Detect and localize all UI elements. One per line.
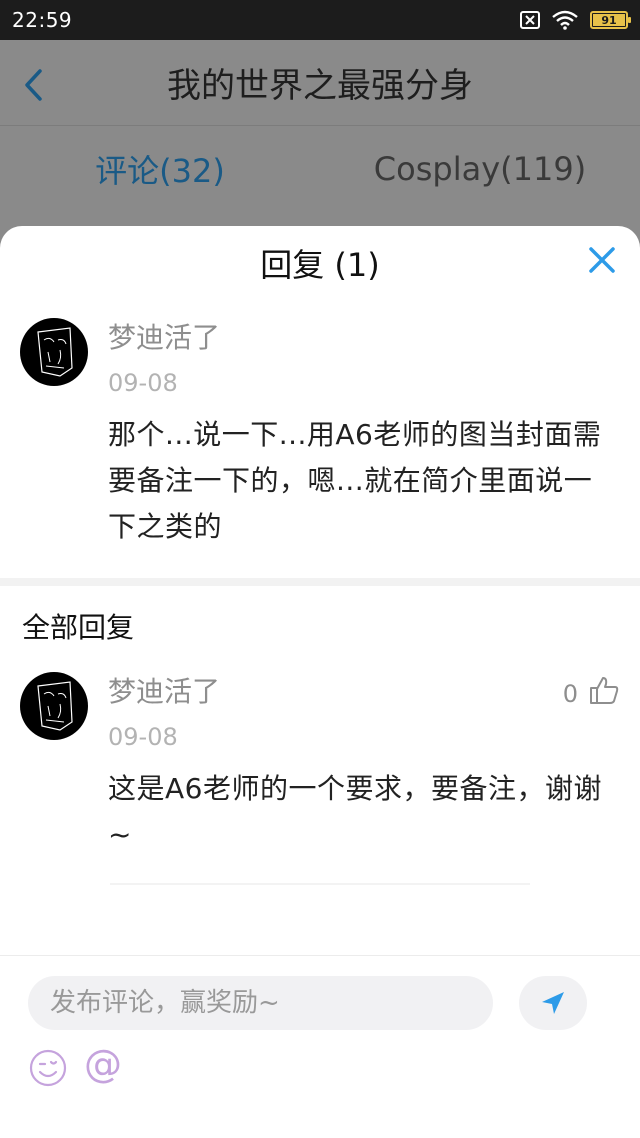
emoji-icon[interactable] (28, 1048, 68, 1088)
comment-author[interactable]: 梦迪活了 (108, 318, 616, 358)
wifi-icon (552, 10, 578, 30)
reply-author[interactable]: 梦迪活了 (108, 672, 616, 712)
avatar-sketch-icon (37, 681, 73, 731)
mention-button[interactable]: @ (84, 1042, 122, 1086)
send-button[interactable] (519, 976, 587, 1030)
tab-comments[interactable]: 评论(32) (0, 146, 320, 192)
sheet-header: 回复 (1) (0, 226, 640, 300)
comment-input[interactable] (28, 976, 493, 1030)
status-bar: 22:59 91 (0, 0, 640, 40)
reply-date: 09-08 (108, 723, 178, 751)
reply-divider (110, 883, 530, 885)
comment-date: 09-08 (108, 369, 178, 397)
section-divider (0, 578, 640, 586)
send-icon (542, 992, 564, 1014)
like-icon[interactable] (588, 674, 620, 706)
reply-text: 这是A6老师的一个要求，要备注，谢谢 ~ (108, 772, 602, 851)
reply-item: 梦迪活了 0 09-08 这是A6老师的一个要求，要备注，谢谢 ~ (0, 672, 640, 858)
avatar[interactable] (20, 672, 88, 740)
main-comment: 梦迪活了 09-08 那个...说一下...用A6老师的图当封面需要备注一下的，… (0, 318, 640, 550)
comment-text: 那个...说一下...用A6老师的图当封面需要备注一下的，嗯...就在简介里面说… (108, 418, 602, 543)
page-title: 我的世界之最强分身 (167, 66, 473, 106)
like-count: 0 (562, 680, 578, 708)
tab-bar: 评论(32) Cosplay(119) (0, 126, 640, 212)
comment-composer: @ (0, 955, 640, 1138)
sheet-title: 回复 (1) (260, 246, 380, 284)
all-replies-heading: 全部回复 (22, 611, 135, 644)
battery-level: 91 (601, 13, 617, 27)
back-icon[interactable] (22, 68, 44, 102)
status-icons: 91 (520, 10, 631, 30)
tab-cosplay[interactable]: Cosplay(119) (320, 150, 640, 188)
battery-icon: 91 (590, 11, 631, 29)
close-icon[interactable] (588, 246, 616, 274)
page-header: 我的世界之最强分身 (0, 40, 640, 126)
avatar-sketch-icon (37, 327, 73, 377)
avatar[interactable] (20, 318, 88, 386)
status-time: 22:59 (12, 8, 73, 32)
mute-icon (520, 11, 540, 29)
